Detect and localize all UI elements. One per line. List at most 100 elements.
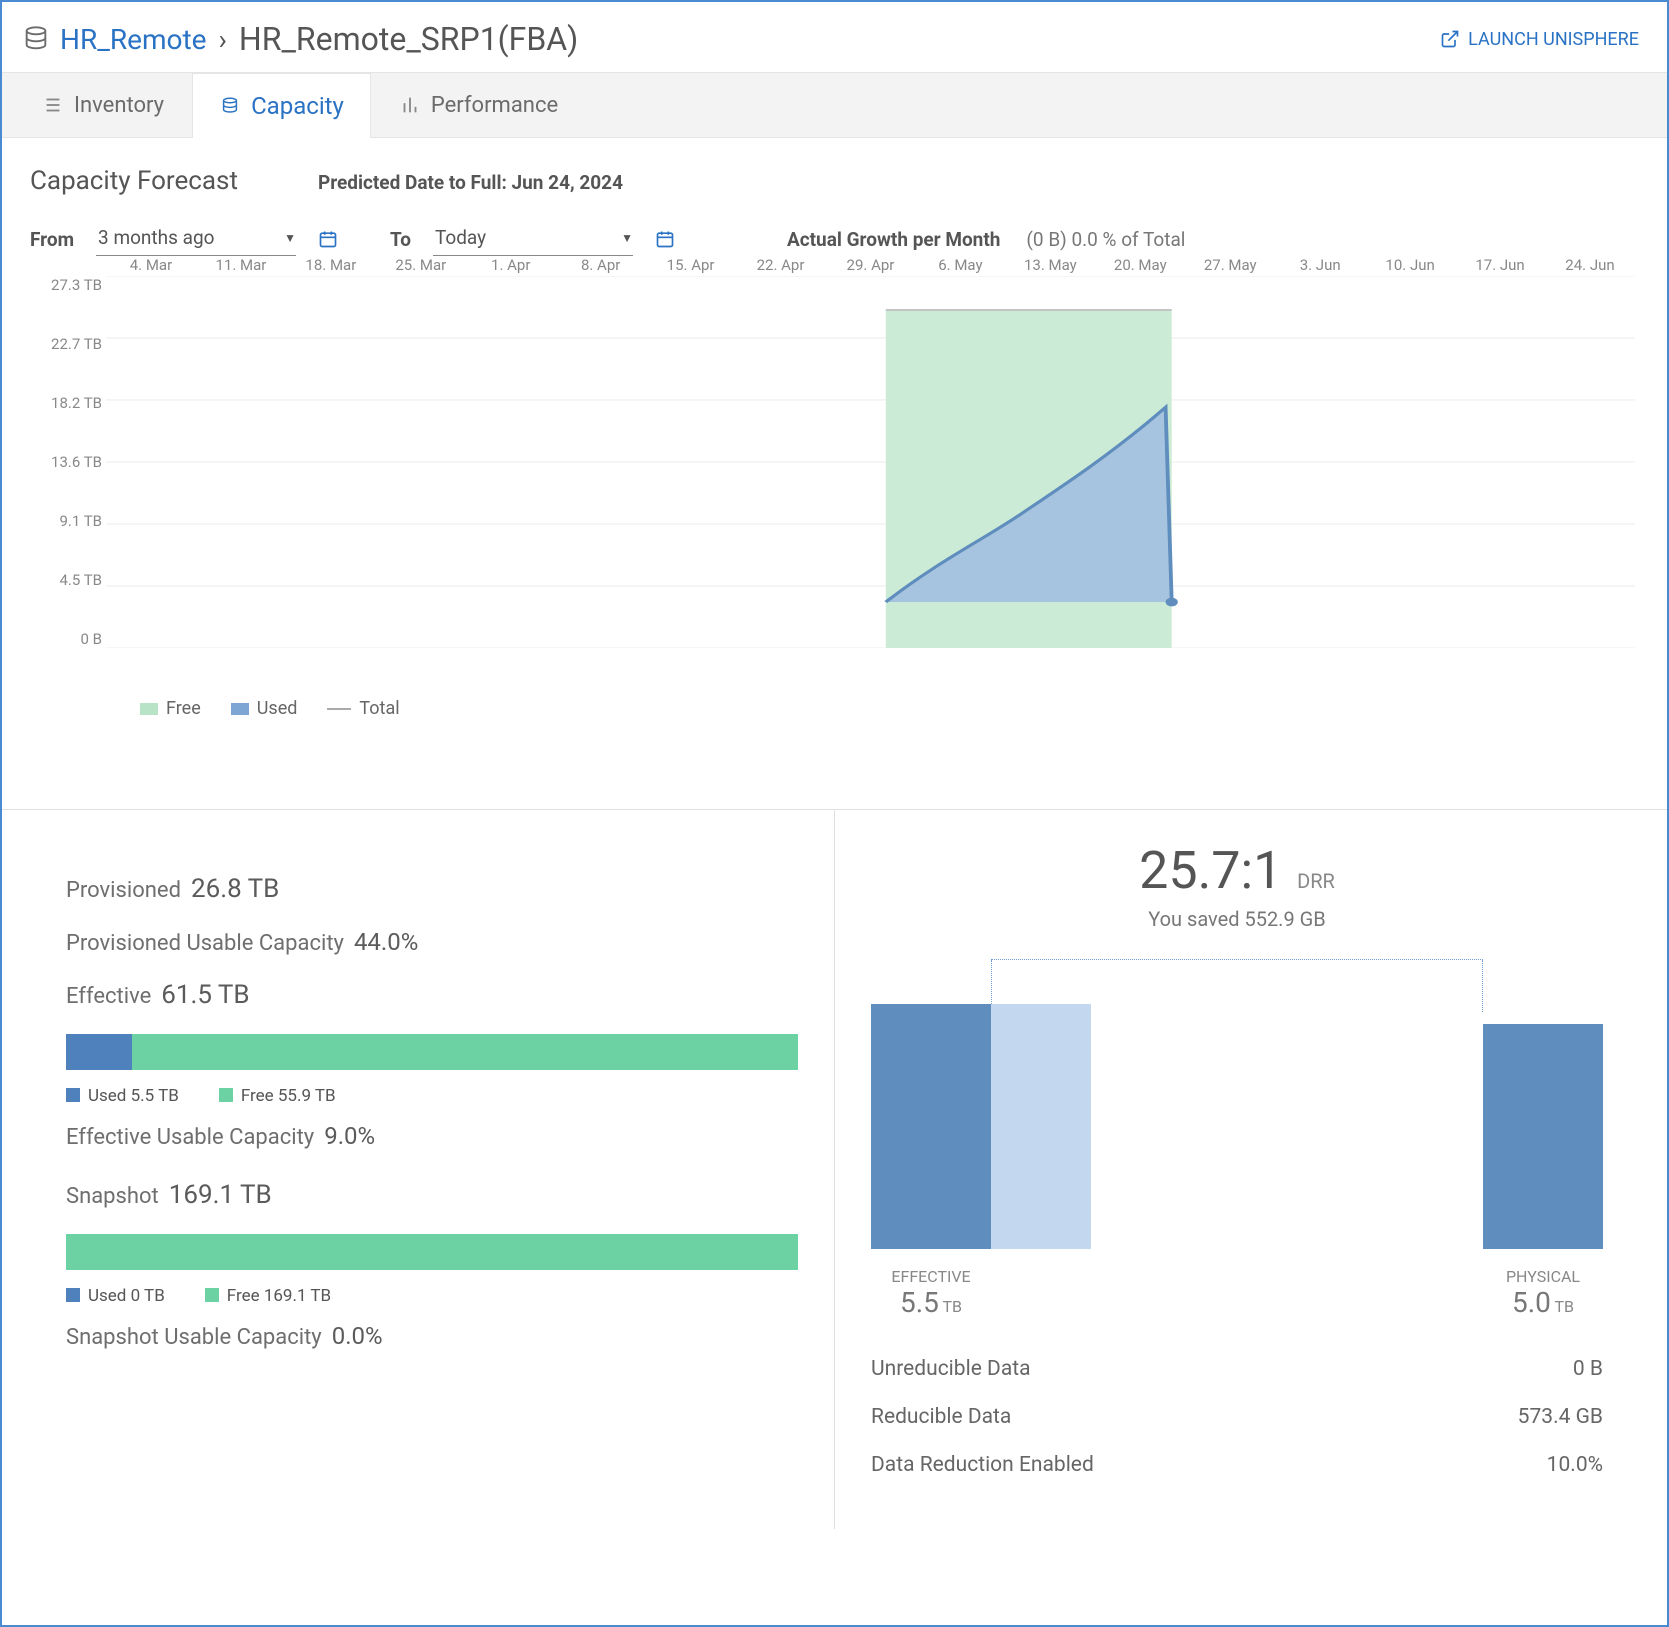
y-tick: 0 B [30,630,102,648]
effective-usable-label: Effective Usable Capacity [66,1125,314,1150]
snapshot-free-label: Free 169.1 TB [227,1286,331,1306]
x-tick: 11. Mar [196,256,286,276]
x-tick: 24. Jun [1545,256,1635,276]
x-tick: 25. Mar [376,256,466,276]
x-tick: 29. Apr [826,256,916,276]
drr-ratio: 25.7:1 [1139,840,1282,901]
tab-capacity-label: Capacity [251,92,344,120]
swatch-free [219,1088,233,1102]
provisioned-usable-label: Provisioned Usable Capacity [66,931,344,956]
layers-icon [219,95,241,117]
x-tick: 4. Mar [106,256,196,276]
tabs: Inventory Capacity Performance [2,72,1667,138]
y-tick: 27.3 TB [30,276,102,294]
legend-used-label: Used [257,698,298,719]
growth-value: (0 B) 0.0 % of Total [1026,228,1185,251]
snapshot-bar [66,1234,798,1270]
x-tick: 22. Apr [736,256,826,276]
x-tick: 6. May [915,256,1005,276]
effective-bar [66,1034,798,1070]
tab-performance[interactable]: Performance [373,73,584,137]
effective-usable-value: 9.0% [324,1122,375,1150]
swatch-used [66,1288,80,1302]
swatch-used [231,703,249,715]
x-tick: 18. Mar [286,256,376,276]
drr-label: DRR [1297,869,1335,893]
snapshot-usable-value: 0.0% [332,1322,383,1350]
x-tick: 3. Jun [1275,256,1365,276]
swatch-free [140,703,158,715]
effective-value: 61.5 TB [161,980,249,1010]
database-icon [20,23,52,55]
data-reduction-panel: 25.7:1 DRR You saved 552.9 GB EFFECTIVE … [835,810,1639,1529]
drr-effective-unit: TB [943,1297,963,1316]
tab-inventory-label: Inventory [74,93,164,118]
effective-label: Effective [66,984,151,1009]
effective-free-label: Free 55.9 TB [241,1086,336,1106]
chart-legend: Free Used Total [140,698,1639,719]
capacity-metrics-panel: Provisioned 26.8 TB Provisioned Usable C… [30,810,835,1529]
drr-saved: You saved 552.9 GB [871,907,1603,931]
legend-total-label: Total [359,698,399,719]
drr-physical-value: 5.0 [1512,1286,1551,1319]
reducible-value: 573.4 GB [1518,1405,1603,1429]
swatch-free [205,1288,219,1302]
predicted-date-label: Predicted Date to Full: Jun 24, 2024 [318,171,623,194]
snapshot-used-label: Used 0 TB [88,1286,165,1306]
reduction-enabled-label: Data Reduction Enabled [871,1453,1094,1477]
x-tick: 10. Jun [1365,256,1455,276]
to-label: To [390,228,411,251]
to-value: Today [435,226,486,249]
swatch-total [327,708,351,710]
calendar-icon-from[interactable] [318,229,338,249]
list-icon [42,94,64,116]
y-tick: 18.2 TB [30,394,102,412]
breadcrumb-parent-link[interactable]: HR_Remote [60,23,207,56]
from-value: 3 months ago [98,226,214,249]
x-tick: 1. Apr [466,256,556,276]
snapshot-label: Snapshot [66,1184,159,1209]
legend-free-label: Free [166,698,201,719]
unreducible-value: 0 B [1573,1357,1603,1381]
x-tick: 17. Jun [1455,256,1545,276]
from-label: From [30,228,74,251]
x-tick: 15. Apr [646,256,736,276]
x-tick: 20. May [1095,256,1185,276]
x-tick: 27. May [1185,256,1275,276]
chevron-down-icon: ▼ [621,231,633,245]
tab-capacity[interactable]: Capacity [192,73,371,138]
effective-used-label: Used 5.5 TB [88,1086,179,1106]
provisioned-label: Provisioned [66,878,181,903]
provisioned-usable-value: 44.0% [354,928,418,956]
to-dropdown[interactable]: Today ▼ [433,222,633,256]
y-tick: 22.7 TB [30,335,102,353]
capacity-forecast-chart: 4. Mar11. Mar18. Mar25. Mar1. Apr8. Apr1… [30,268,1639,688]
breadcrumb: HR_Remote › HR_Remote_SRP1(FBA) [20,20,578,58]
x-tick: 13. May [1005,256,1095,276]
calendar-icon-to[interactable] [655,229,675,249]
y-tick: 13.6 TB [30,453,102,471]
provisioned-value: 26.8 TB [191,874,279,904]
tab-performance-label: Performance [431,93,558,118]
capacity-forecast-title: Capacity Forecast [30,166,238,196]
bar-chart-icon [399,94,421,116]
growth-label: Actual Growth per Month [787,228,1000,251]
launch-unisphere-button[interactable]: LAUNCH UNISPHERE [1440,29,1639,50]
drr-effective-value: 5.5 [900,1286,939,1319]
breadcrumb-sep: › [219,23,227,56]
drr-physical-label: PHYSICAL [1483,1267,1603,1286]
snapshot-value: 169.1 TB [169,1180,272,1210]
reducible-label: Reducible Data [871,1405,1011,1429]
chevron-down-icon: ▼ [284,231,296,245]
snapshot-usable-label: Snapshot Usable Capacity [66,1325,322,1350]
tab-inventory[interactable]: Inventory [16,73,190,137]
unreducible-label: Unreducible Data [871,1357,1031,1381]
swatch-used [66,1088,80,1102]
from-dropdown[interactable]: 3 months ago ▼ [96,222,296,256]
drr-effective-label: EFFECTIVE [871,1267,991,1286]
reduction-enabled-value: 10.0% [1547,1453,1603,1477]
breadcrumb-current: HR_Remote_SRP1(FBA) [239,20,578,58]
y-tick: 4.5 TB [30,571,102,589]
external-link-icon [1440,29,1460,49]
launch-unisphere-label: LAUNCH UNISPHERE [1468,29,1639,50]
